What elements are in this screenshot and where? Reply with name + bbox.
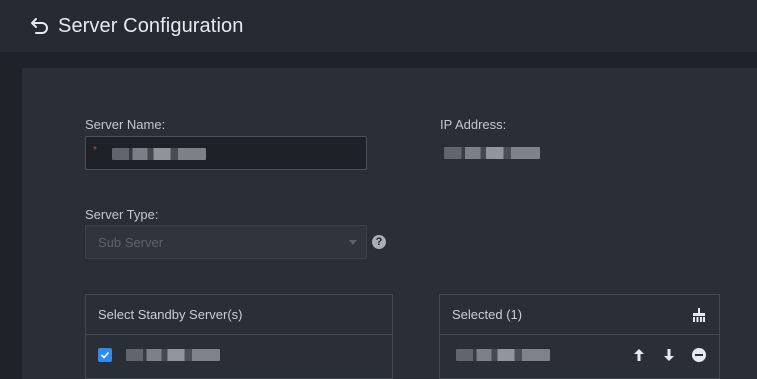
required-asterisk: * (93, 145, 97, 156)
standby-server-name-redacted (126, 349, 220, 361)
broom-icon[interactable] (691, 307, 707, 323)
selected-server-list-header: Selected (1) (440, 295, 719, 335)
selected-server-list: Selected (1) (439, 294, 720, 379)
selected-server-name-redacted (456, 349, 550, 361)
list-item[interactable] (440, 335, 719, 375)
standby-server-list: Select Standby Server(s) (85, 294, 393, 379)
checkbox-checked[interactable] (98, 348, 112, 362)
standby-server-list-header: Select Standby Server(s) (86, 295, 392, 335)
standby-server-list-title: Select Standby Server(s) (98, 307, 243, 322)
selected-server-list-title: Selected (1) (452, 307, 523, 322)
ip-address-label: IP Address: (440, 117, 507, 132)
top-bar: Server Configuration (0, 0, 757, 52)
server-name-input[interactable]: * (85, 136, 367, 170)
list-item[interactable] (86, 335, 392, 375)
chevron-down-icon (349, 239, 357, 245)
server-type-value: Sub Server (98, 234, 164, 250)
minus-circle-icon[interactable] (691, 347, 707, 363)
server-type-select: Sub Server (85, 225, 367, 259)
arrow-up-icon[interactable] (631, 347, 647, 363)
server-name-label: Server Name: (85, 117, 166, 132)
server-type-label: Server Type: (85, 207, 159, 222)
page-title: Server Configuration (58, 14, 244, 37)
ip-address-value-redacted (444, 147, 540, 159)
server-name-value-redacted (112, 148, 206, 160)
question-circle-icon[interactable]: ? (372, 235, 386, 249)
back-arrow-icon[interactable] (28, 14, 52, 38)
configuration-panel: Server Name: * IP Address: Server Type: … (22, 68, 757, 379)
arrow-down-icon[interactable] (661, 347, 677, 363)
